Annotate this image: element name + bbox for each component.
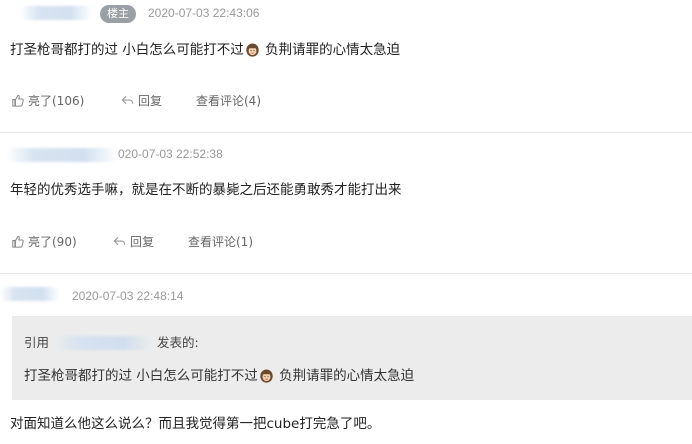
op-badge: 楼主: [100, 5, 136, 23]
post-content: 打圣枪哥都打的过 小白怎么可能打不过 负荆请罪的心情太急迫: [10, 38, 400, 58]
quote-prefix: 引用: [24, 335, 50, 350]
view-comments-link[interactable]: 查看评论(4): [196, 92, 261, 109]
post-2: 020-07-03 22:52:38 年轻的优秀选手嘛，就是在不断的暴毙之后还能…: [0, 133, 692, 273]
thumbs-up-icon: [12, 235, 24, 248]
post-timestamp: 2020-07-03 22:48:14: [72, 289, 184, 303]
view-comments-label: 查看评论(4): [196, 94, 261, 108]
quote-text: 打圣枪哥都打的过 小白怎么可能打不过: [24, 368, 258, 384]
quote-header: 引用 发表的:: [24, 332, 199, 351]
post-content: 对面知道么他这么说么？而且我觉得第一把cube打完急了吧。: [10, 412, 380, 432]
quote-block: 引用 发表的: 打圣枪哥都打的过 小白怎么可能打不过 负荆请罪的心情太急迫: [12, 316, 692, 400]
quote-text-continued: 负荆请罪的心情太急迫: [274, 368, 415, 384]
reply-button[interactable]: 回复: [112, 233, 154, 250]
username-blurred: [0, 287, 60, 301]
reply-button[interactable]: 回复: [120, 92, 162, 109]
reply-label: 回复: [138, 94, 163, 108]
post-1: 楼主 2020-07-03 22:43:06 打圣枪哥都打的过 小白怎么可能打不…: [0, 0, 692, 132]
username-blurred: [6, 148, 118, 162]
username-blurred: [20, 6, 92, 20]
reply-arrow-icon: [121, 95, 134, 105]
post-3: 2020-07-03 22:48:14 引用 发表的: 打圣枪哥都打的过 小白怎…: [0, 274, 692, 444]
reply-arrow-icon: [113, 236, 126, 246]
post-text: 年轻的优秀选手嘛，就是在不断的暴毙之后还能勇敢秀才能打出来: [10, 182, 402, 198]
view-comments-label: 查看评论(1): [188, 235, 253, 249]
post-timestamp: 020-07-03 22:52:38: [118, 147, 223, 161]
view-comments-link[interactable]: 查看评论(1): [188, 233, 253, 250]
post-content: 年轻的优秀选手嘛，就是在不断的暴毙之后还能勇敢秀才能打出来: [10, 178, 402, 198]
post-text-continued: 负荆请罪的心情太急迫: [260, 42, 401, 58]
like-count-label: 亮了(90): [28, 235, 77, 249]
post-text: 打圣枪哥都打的过 小白怎么可能打不过: [10, 42, 244, 58]
quote-content: 打圣枪哥都打的过 小白怎么可能打不过 负荆请罪的心情太急迫: [24, 364, 414, 384]
woman-face-emoji-icon: [260, 369, 273, 383]
like-button[interactable]: 亮了(106): [10, 92, 84, 109]
quote-suffix: 发表的:: [156, 335, 199, 350]
like-count-label: 亮了(106): [28, 94, 85, 108]
post-text: 对面知道么他这么说么？而且我觉得第一把cube打完急了吧。: [10, 416, 381, 432]
quoted-username-blurred: [55, 336, 151, 350]
reply-label: 回复: [130, 235, 155, 249]
thumbs-up-icon: [12, 94, 24, 107]
post-timestamp: 2020-07-03 22:43:06: [148, 6, 260, 20]
woman-face-emoji-icon: [246, 43, 259, 57]
like-button[interactable]: 亮了(90): [10, 233, 77, 250]
